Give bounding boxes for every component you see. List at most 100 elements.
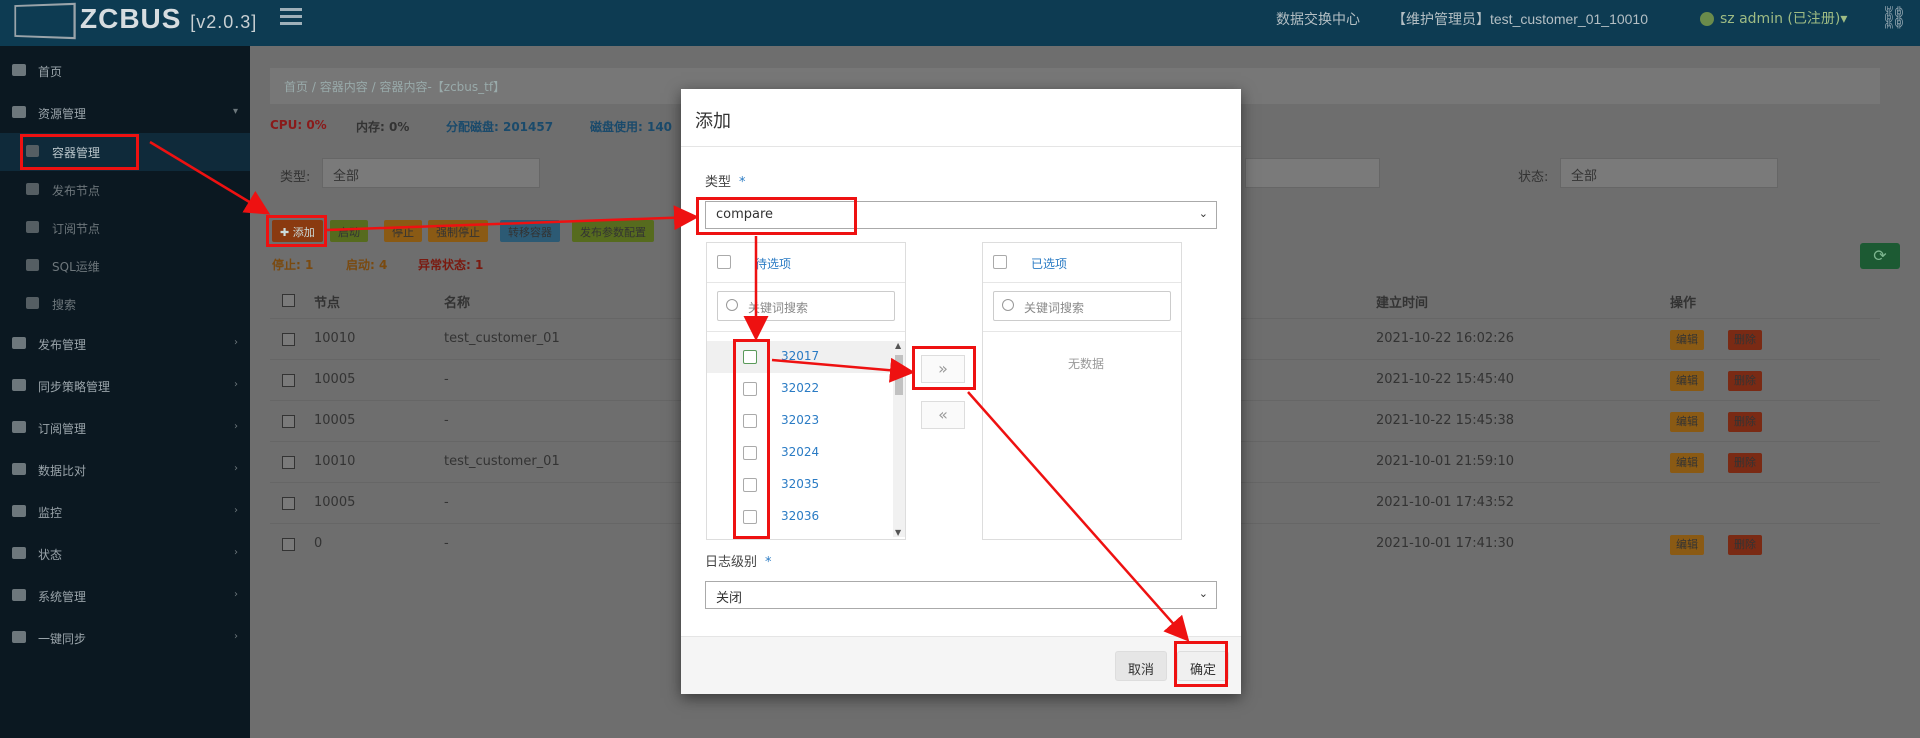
breadcrumb-container[interactable]: 容器内容 bbox=[320, 80, 368, 94]
move-container-button[interactable]: 转移容器 bbox=[500, 220, 560, 242]
sidebar-item-monitor[interactable]: 监控 › bbox=[0, 493, 250, 531]
type-filter-select[interactable]: 全部 bbox=[322, 158, 540, 188]
row-checkbox[interactable] bbox=[282, 497, 295, 510]
empty-message: 无数据 bbox=[1068, 357, 1105, 371]
row-checkbox[interactable] bbox=[282, 374, 295, 387]
add-button[interactable]: ✚ 添加 bbox=[272, 220, 323, 242]
delete-button[interactable]: 删除 bbox=[1728, 371, 1762, 391]
item-checkbox[interactable] bbox=[743, 478, 757, 492]
scroll-thumb[interactable] bbox=[895, 355, 903, 395]
edit-button[interactable]: 编辑 bbox=[1670, 330, 1704, 350]
log-level-value: 关闭 bbox=[716, 591, 743, 606]
item-checkbox[interactable] bbox=[743, 382, 757, 396]
delete-button[interactable]: 删除 bbox=[1728, 330, 1762, 350]
sidebar-item-resources[interactable]: 资源管理 ▾ bbox=[0, 94, 250, 132]
sidebar-label: 发布节点 bbox=[52, 184, 101, 198]
list-item[interactable]: 32035 bbox=[707, 469, 893, 501]
log-level-select[interactable]: 关闭 ⌄ bbox=[705, 581, 1217, 609]
sidebar-item-system[interactable]: 系统管理 › bbox=[0, 577, 250, 615]
mem-stat: 内存: 0% bbox=[356, 120, 410, 134]
move-left-button[interactable]: « bbox=[921, 401, 965, 429]
sql-icon bbox=[26, 259, 39, 271]
row-checkbox[interactable] bbox=[282, 415, 295, 428]
list-item[interactable]: 32024 bbox=[707, 437, 893, 469]
list-item[interactable]: 32023 bbox=[707, 405, 893, 437]
refresh-icon[interactable]: ⟳ bbox=[1860, 243, 1900, 269]
sidebar-item-search[interactable]: 搜索 bbox=[0, 285, 250, 323]
delete-button[interactable]: 删除 bbox=[1728, 535, 1762, 555]
item-checkbox[interactable] bbox=[743, 414, 757, 428]
delete-button[interactable]: 删除 bbox=[1728, 453, 1762, 473]
cell-name: - bbox=[444, 495, 449, 510]
cell-node: 10010 bbox=[314, 454, 356, 469]
sidebar-label: 监控 bbox=[38, 506, 63, 520]
confirm-button[interactable]: 确定 bbox=[1177, 651, 1230, 681]
list-scrollbar[interactable]: ▲ ▼ bbox=[893, 341, 905, 537]
user-menu[interactable]: sz admin (已注册)▾ bbox=[1700, 8, 1847, 28]
sidebar-item-publish-mgmt[interactable]: 发布管理 › bbox=[0, 325, 250, 363]
edit-button[interactable]: 编辑 bbox=[1670, 371, 1704, 391]
col-node[interactable]: 节点 bbox=[314, 292, 340, 311]
item-checkbox[interactable] bbox=[743, 446, 757, 460]
cell-name: - bbox=[444, 372, 449, 387]
force-stop-button[interactable]: 强制停止 bbox=[428, 220, 488, 242]
publish-param-button[interactable]: 发布参数配置 bbox=[572, 220, 654, 242]
filter-select-hidden[interactable] bbox=[1245, 158, 1380, 188]
item-label: 32023 bbox=[781, 413, 820, 427]
right-search-input[interactable]: 关键词搜索 bbox=[993, 291, 1171, 321]
sidebar-label: 状态 bbox=[38, 548, 63, 562]
cell-node: 10005 bbox=[314, 413, 356, 428]
breadcrumb-sep: / bbox=[371, 80, 376, 94]
sidebar-item-containers[interactable]: 容器管理 bbox=[0, 133, 250, 171]
sidebar-item-sql-ops[interactable]: SQL运维 bbox=[0, 247, 250, 285]
scroll-down-icon[interactable]: ▼ bbox=[895, 528, 901, 537]
sidebar-label: 同步策略管理 bbox=[38, 380, 111, 394]
row-checkbox[interactable] bbox=[282, 456, 295, 469]
start-button[interactable]: 启动 bbox=[330, 220, 368, 242]
left-search-input[interactable]: 关键词搜索 bbox=[717, 291, 895, 321]
chevron-right-icon: › bbox=[234, 589, 238, 600]
menu-toggle-icon[interactable] bbox=[280, 8, 302, 26]
col-created[interactable]: 建立时间 bbox=[1376, 292, 1428, 311]
item-label: 32035 bbox=[781, 477, 820, 491]
modal-footer: 取消 确定 bbox=[681, 636, 1241, 694]
maintainer-link[interactable]: 【维护管理员】test_customer_01_10010 bbox=[1392, 9, 1648, 29]
sidebar-item-subscribe-mgmt[interactable]: 订阅管理 › bbox=[0, 409, 250, 447]
item-checkbox[interactable] bbox=[743, 350, 757, 364]
publish-node-icon bbox=[26, 183, 39, 195]
list-item[interactable]: 32017 bbox=[707, 341, 893, 373]
sidebar-item-strategy[interactable]: 同步策略管理 › bbox=[0, 367, 250, 405]
edit-button[interactable]: 编辑 bbox=[1670, 453, 1704, 473]
list-item[interactable]: 32036 bbox=[707, 501, 893, 533]
left-select-all-checkbox[interactable] bbox=[717, 255, 731, 269]
right-select-all-checkbox[interactable] bbox=[993, 255, 1007, 269]
status-filter-select[interactable]: 全部 bbox=[1560, 158, 1778, 188]
move-right-button[interactable]: » bbox=[921, 355, 965, 383]
cell-name: - bbox=[444, 536, 449, 551]
item-checkbox[interactable] bbox=[743, 510, 757, 524]
edit-button[interactable]: 编辑 bbox=[1670, 412, 1704, 432]
edit-button[interactable]: 编辑 bbox=[1670, 535, 1704, 555]
sidebar-item-one-click-sync[interactable]: 一键同步 › bbox=[0, 619, 250, 657]
sidebar-item-compare[interactable]: 数据比对 › bbox=[0, 451, 250, 489]
breadcrumb-home[interactable]: 首页 bbox=[284, 80, 308, 94]
sidebar-item-home[interactable]: 首页 bbox=[0, 52, 250, 90]
cancel-button[interactable]: 取消 bbox=[1115, 651, 1168, 681]
row-checkbox[interactable] bbox=[282, 333, 295, 346]
col-name[interactable]: 名称 bbox=[444, 292, 470, 311]
sidebar-item-publish-node[interactable]: 发布节点 bbox=[0, 171, 250, 209]
type-select[interactable]: compare ⌄ bbox=[705, 201, 1217, 229]
delete-button[interactable]: 删除 bbox=[1728, 412, 1762, 432]
stopped-count: 停止: 1 bbox=[272, 258, 314, 272]
list-item[interactable]: 32022 bbox=[707, 373, 893, 405]
unlink-icon[interactable]: ⛓ bbox=[1880, 6, 1908, 31]
select-all-checkbox[interactable] bbox=[282, 294, 295, 307]
sidebar-item-subscribe-node[interactable]: 订阅节点 bbox=[0, 209, 250, 247]
row-checkbox[interactable] bbox=[282, 538, 295, 551]
sidebar-item-status[interactable]: 状态 › bbox=[0, 535, 250, 573]
stop-button[interactable]: 停止 bbox=[384, 220, 422, 242]
scroll-up-icon[interactable]: ▲ bbox=[895, 341, 901, 350]
app-name: ZCBUS bbox=[80, 3, 182, 34]
data-exchange-link[interactable]: 数据交换中心 bbox=[1276, 9, 1360, 29]
right-panel-title: 已选项 bbox=[1031, 257, 1068, 271]
